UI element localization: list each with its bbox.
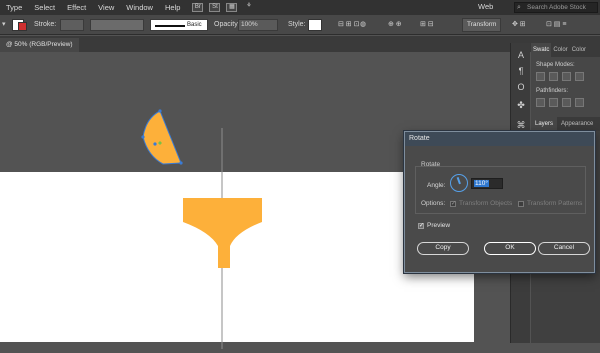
merge-icon[interactable]: [562, 98, 571, 107]
preview-checkbox[interactable]: ✓: [418, 223, 424, 229]
arrange-documents-icon[interactable]: ▦: [226, 3, 238, 12]
stock-search-placeholder: Search Adobe Stock: [527, 4, 586, 11]
isolate-icon[interactable]: ⊕ ⊕: [388, 19, 402, 31]
tab-layers[interactable]: Layers: [531, 117, 558, 131]
crop-icon[interactable]: [575, 98, 584, 107]
exclude-icon[interactable]: [575, 72, 584, 81]
intersect-icon[interactable]: [562, 72, 571, 81]
gpu-performance-icon[interactable]: ⚘: [243, 3, 254, 12]
character-icon[interactable]: A: [515, 49, 527, 61]
layers-panel-tabs: Layers Appearance: [531, 117, 600, 131]
transform-button[interactable]: Transform: [462, 18, 502, 32]
brush-label: Basic: [187, 22, 202, 28]
menu-window[interactable]: Window: [120, 3, 159, 12]
divide-icon[interactable]: [536, 98, 545, 107]
menu-type[interactable]: Type: [0, 3, 28, 12]
stock-icon[interactable]: St: [209, 3, 221, 12]
recolor-icon[interactable]: ◍: [360, 19, 366, 31]
menu-select[interactable]: Select: [28, 3, 61, 12]
shape-modes-label: Shape Modes:: [536, 62, 575, 68]
unite-icon[interactable]: [536, 72, 545, 81]
menu-bar: Type Select Effect View Window Help Br S…: [0, 0, 600, 15]
cancel-button[interactable]: Cancel: [538, 242, 590, 255]
bounding-box-icon[interactable]: ⊡ ▤ ≡: [546, 19, 566, 31]
tab-color-guide[interactable]: Color: [570, 47, 588, 53]
transform-patterns-label: Transform Patterns: [527, 200, 583, 207]
menu-effect[interactable]: Effect: [61, 3, 92, 12]
stroke-weight-field[interactable]: [60, 19, 84, 31]
stock-search-input[interactable]: ⌕ Search Adobe Stock: [514, 2, 598, 13]
bridge-icon[interactable]: Br: [192, 3, 204, 12]
tab-color[interactable]: Color: [551, 47, 569, 53]
transform-objects-checkbox[interactable]: ✓: [450, 201, 456, 207]
style-label: Style:: [288, 21, 306, 28]
angle-dial-needle: [456, 177, 461, 185]
transform-patterns-checkbox[interactable]: [518, 201, 524, 207]
minus-front-icon[interactable]: [549, 72, 558, 81]
copy-button[interactable]: Copy: [417, 242, 469, 255]
symbols-icon[interactable]: ✤: [515, 99, 527, 111]
opentype-icon[interactable]: O: [515, 81, 527, 93]
orange-shape[interactable]: [183, 198, 262, 268]
angle-value: 110°: [474, 180, 489, 187]
workspace-switcher[interactable]: Web: [478, 2, 493, 11]
document-tab[interactable]: @ 50% (RGB/Preview): [0, 38, 79, 52]
opacity-label: Opacity:: [214, 21, 240, 28]
menu-view[interactable]: View: [92, 3, 120, 12]
angle-dial[interactable]: [450, 174, 468, 192]
graphic-style-swatch[interactable]: [308, 19, 322, 31]
dialog-title[interactable]: Rotate: [405, 132, 594, 146]
trim-icon[interactable]: [549, 98, 558, 107]
selection-menu-icon[interactable]: ▾: [2, 19, 6, 31]
angle-label: Angle:: [427, 182, 446, 189]
pathfinders-label: Pathfinders:: [536, 88, 569, 94]
preview-label: Preview: [427, 222, 451, 229]
menu-help[interactable]: Help: [159, 3, 186, 12]
opacity-field[interactable]: 100%: [238, 19, 278, 31]
tab-swatches[interactable]: Swatc: [531, 43, 552, 57]
stroke-label: Stroke:: [34, 21, 57, 28]
stroke-swatch[interactable]: [18, 22, 27, 31]
control-bar: ▾ Stroke: Basic Opacity: 100% Style: ⊟ ⊞…: [0, 15, 600, 35]
align-icon[interactable]: ⊟ ⊞ ⊡: [338, 19, 360, 31]
paragraph-icon[interactable]: ¶: [515, 65, 527, 77]
tab-appearance[interactable]: Appearance: [557, 121, 597, 127]
ok-button[interactable]: OK: [484, 242, 536, 255]
rotate-dialog: Rotate Rotate Angle: 110° Options: ✓ Tra…: [404, 131, 595, 273]
rotated-shape-preview[interactable]: [141, 109, 183, 165]
variable-width-profile[interactable]: [90, 19, 144, 31]
brushes-icon[interactable]: ⌘: [515, 119, 527, 131]
options-label: Options:: [421, 200, 446, 207]
align-distribute-icon[interactable]: ⊞ ⊟: [420, 19, 434, 31]
angle-input[interactable]: 110°: [471, 178, 503, 189]
search-icon: ⌕: [517, 4, 521, 11]
transform-objects-label: Transform Objects: [459, 200, 513, 207]
color-panel-tabs: Swatc Color Color: [531, 43, 600, 57]
transform-handles-icon[interactable]: ✥ ⊞: [512, 19, 526, 31]
brush-definition[interactable]: Basic: [150, 19, 208, 31]
